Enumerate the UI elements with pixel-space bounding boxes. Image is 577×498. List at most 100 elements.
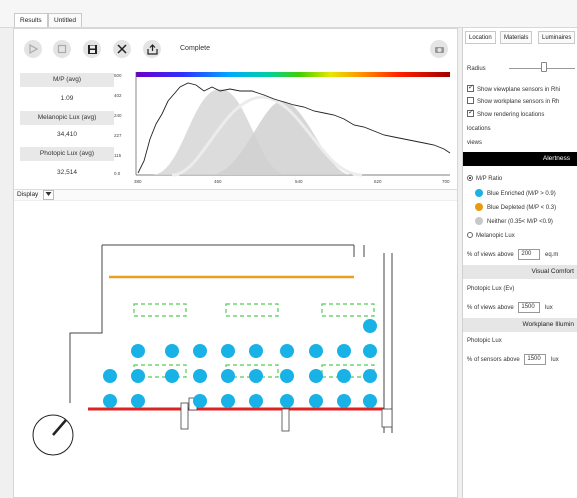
checkbox-icon: [467, 97, 474, 104]
tab-location[interactable]: Location: [465, 31, 496, 44]
checkbox-icon: [467, 83, 474, 92]
save-icon: [87, 44, 97, 54]
checkbox-rendering[interactable]: Show rendering locations: [467, 108, 545, 118]
chevron-down-icon: [45, 192, 52, 196]
view-sensor[interactable]: [103, 394, 117, 408]
view-sensor-group: [103, 319, 377, 408]
legend-blue-enriched-label: Blue Enriched (M/P > 0.9): [487, 191, 556, 197]
spectrum-color-bar: [136, 72, 450, 77]
y-tick-label: 240: [114, 113, 122, 118]
tab-results[interactable]: Results: [14, 13, 48, 27]
alertness-threshold-row: % of views above 200 eq.m: [467, 249, 558, 260]
view-sensor[interactable]: [131, 344, 145, 358]
view-sensor[interactable]: [221, 369, 235, 383]
legend-blue-enriched: Blue Enriched (M/P > 0.9): [475, 189, 556, 197]
views-label: views: [467, 140, 483, 146]
floor-plan-view[interactable]: [54, 233, 394, 433]
spectral-power-chart: 500 402 240 227 115 0.0 380 460 540 620 …: [114, 72, 451, 184]
save-button[interactable]: [83, 40, 101, 58]
workplane-threshold-input[interactable]: 1500: [524, 354, 547, 365]
view-sensor[interactable]: [193, 394, 207, 408]
workplane-sensor: [133, 303, 187, 317]
legend-blue-depleted-label: Blue Depleted (M/P < 0.3): [487, 205, 557, 211]
view-sensor[interactable]: [363, 369, 377, 383]
radio-mp-ratio[interactable]: M/P Ratio: [467, 175, 502, 182]
workplane-sensor-group: [133, 303, 375, 378]
radius-label: Radius: [467, 66, 486, 72]
view-sensor[interactable]: [309, 369, 323, 383]
legend-swatch: [475, 217, 483, 225]
view-sensor[interactable]: [363, 319, 377, 333]
display-toolbar: Display: [14, 189, 457, 201]
view-sensor[interactable]: [221, 394, 235, 408]
tab-materials[interactable]: Materials: [500, 31, 533, 44]
radio-melanopic-lux[interactable]: Melanopic Lux: [467, 232, 515, 239]
stop-button[interactable]: [53, 40, 71, 58]
settings-pane: Location Materials Luminaires Radius Sho…: [462, 28, 577, 498]
view-sensor[interactable]: [280, 394, 294, 408]
capture-button[interactable]: [430, 40, 448, 58]
y-tick-label: 500: [114, 73, 122, 78]
metric-photopic-value: 32,514: [57, 169, 77, 176]
compass-icon[interactable]: [30, 412, 76, 458]
checkbox-viewplane[interactable]: Show viewplane sensors in Rhi: [467, 83, 560, 93]
view-sensor[interactable]: [131, 369, 145, 383]
display-label: Display: [17, 191, 39, 198]
metric-melanopic-label: Melanopic Lux (avg): [20, 111, 114, 125]
view-sensor[interactable]: [337, 394, 351, 408]
display-dropdown-button[interactable]: [43, 190, 54, 200]
visual-comfort-threshold-input[interactable]: 1500: [518, 302, 541, 313]
tab-luminaires[interactable]: Luminaires: [538, 31, 576, 44]
y-tick-label: 0.0: [114, 171, 121, 176]
workplane-illuminance-header[interactable]: Workplane Illumin: [463, 318, 577, 332]
view-sensor[interactable]: [193, 369, 207, 383]
run-status: Complete: [180, 45, 210, 52]
view-sensor[interactable]: [249, 344, 263, 358]
checkbox-workplane[interactable]: Show workplane sensors in Rh: [467, 97, 559, 105]
stop-icon: [57, 44, 67, 54]
view-sensor[interactable]: [103, 369, 117, 383]
visual-comfort-threshold-label: % of views above: [467, 305, 514, 312]
export-button[interactable]: [143, 40, 161, 58]
legend-swatch: [475, 189, 483, 197]
view-sensor[interactable]: [165, 344, 179, 358]
view-sensor[interactable]: [221, 344, 235, 358]
locations-label: locations: [467, 126, 491, 132]
view-sensor[interactable]: [131, 394, 145, 408]
checkbox-workplane-label: Show workplane sensors in Rh: [477, 99, 560, 105]
radius-slider-thumb[interactable]: [541, 62, 547, 72]
view-sensor[interactable]: [309, 344, 323, 358]
window-tab-bar: Results Untitled: [0, 0, 577, 28]
visual-comfort-header[interactable]: Visual Comfort: [463, 265, 577, 279]
view-sensor[interactable]: [337, 344, 351, 358]
camera-icon: [434, 46, 444, 53]
metric-mp-label: M/P (avg): [20, 73, 114, 87]
radio-melanopic-lux-label: Melanopic Lux: [476, 233, 515, 239]
y-tick-label: 402: [114, 93, 122, 98]
view-sensor[interactable]: [280, 369, 294, 383]
view-sensor[interactable]: [337, 369, 351, 383]
workplane-threshold-unit: lux: [551, 357, 559, 364]
tab-untitled[interactable]: Untitled: [48, 13, 83, 27]
view-sensor[interactable]: [280, 344, 294, 358]
checkbox-rendering-label: Show rendering locations: [477, 112, 545, 118]
legend-swatch: [475, 203, 483, 211]
view-sensor[interactable]: [249, 394, 263, 408]
y-tick-label: 227: [114, 133, 122, 138]
view-sensor[interactable]: [193, 344, 207, 358]
column: [381, 408, 393, 428]
metric-photopic-label: Photopic Lux (avg): [20, 147, 114, 161]
play-button[interactable]: [24, 40, 42, 58]
view-sensor[interactable]: [309, 394, 323, 408]
visual-comfort-threshold-row: % of views above 1500 lux: [467, 302, 553, 313]
view-sensor[interactable]: [363, 394, 377, 408]
workplane-sensor: [225, 303, 279, 317]
alertness-header[interactable]: Alertness: [463, 152, 577, 166]
alertness-threshold-input[interactable]: 200: [518, 249, 541, 260]
x-tick-label: 380: [134, 179, 142, 184]
radio-mp-ratio-label: M/P Ratio: [476, 176, 503, 182]
view-sensor[interactable]: [165, 369, 179, 383]
view-sensor[interactable]: [249, 369, 263, 383]
view-sensor[interactable]: [363, 344, 377, 358]
close-button[interactable]: [113, 40, 131, 58]
